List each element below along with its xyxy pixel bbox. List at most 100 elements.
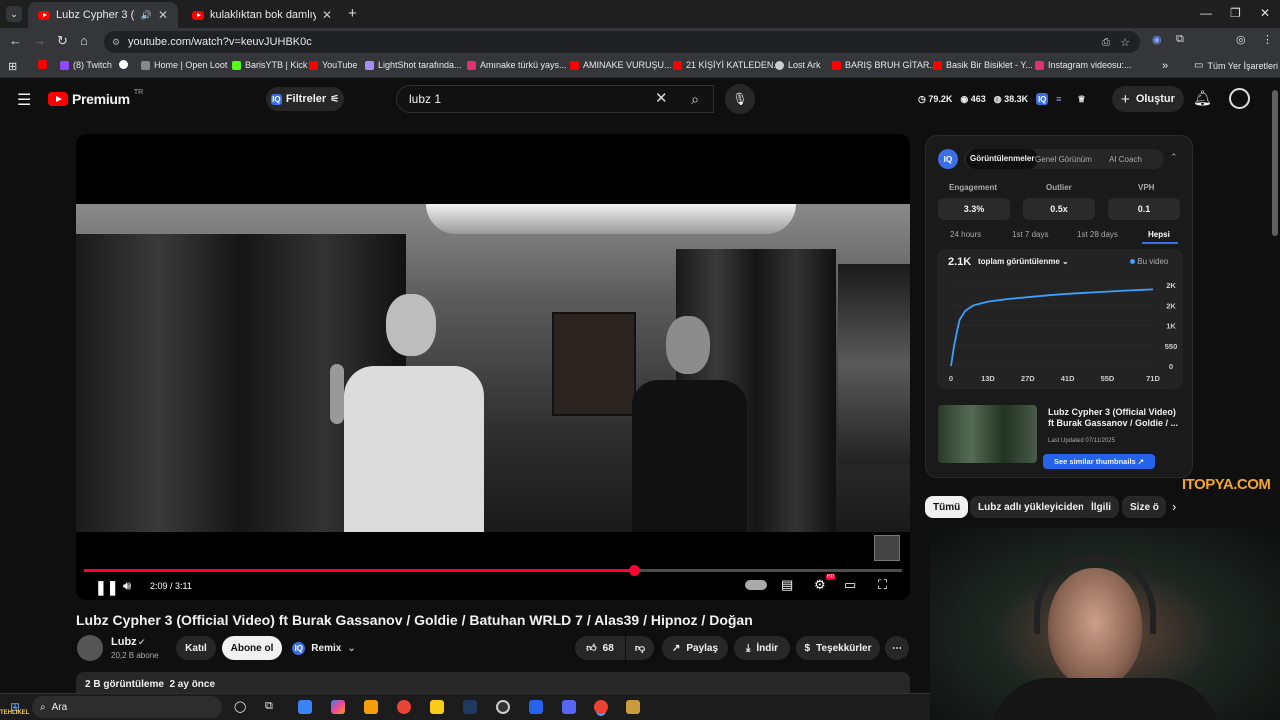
vidiq-icon[interactable]: IQ: [1036, 93, 1049, 105]
clear-search-icon[interactable]: ✕: [655, 89, 668, 107]
chips-next-icon[interactable]: ›: [1172, 499, 1176, 514]
reload-icon[interactable]: ↻: [57, 33, 68, 49]
install-icon[interactable]: ⎙: [1102, 37, 1110, 48]
extensions-puzzle-icon[interactable]: ⧉: [1176, 33, 1184, 46]
widgets-icon[interactable]: ⧉: [265, 700, 273, 713]
file-explorer-icon[interactable]: [430, 700, 444, 714]
trophy-icon[interactable]: ♕: [1077, 94, 1085, 105]
progress-bar[interactable]: [84, 565, 902, 576]
video-player[interactable]: ❚❚ 🔊︎ 2:09 / 3:11 ▤ ⚙ HD ▭ ⛶: [76, 134, 910, 600]
search-button[interactable]: ⌕: [676, 85, 714, 113]
bookmark-star-icon[interactable]: ☆: [1120, 36, 1130, 49]
bookmark-instagram-2[interactable]: Instagram videosu:...: [1035, 60, 1132, 70]
like-button[interactable]: 👍︎ 68: [575, 636, 625, 660]
related-title[interactable]: Lubz Cypher 3 (Official Video) ft Burak …: [1048, 407, 1184, 429]
related-thumbnail[interactable]: [938, 405, 1037, 463]
create-button[interactable]: + Oluştur: [1112, 86, 1184, 112]
discord-icon[interactable]: [562, 700, 576, 714]
channel-avatar[interactable]: [77, 635, 103, 661]
autoplay-toggle[interactable]: [745, 580, 767, 590]
bookmark-instagram-1[interactable]: Amınake türkü yays...: [467, 60, 567, 70]
chip-all[interactable]: Tümü: [925, 496, 969, 518]
forward-icon[interactable]: →: [33, 33, 46, 48]
bookmark-baris-bruh[interactable]: BARIŞ BRUH GİTAR...: [832, 60, 937, 70]
channel-name[interactable]: Lubz: [111, 636, 137, 648]
hamburger-menu-icon[interactable]: ☰: [17, 90, 31, 110]
bookmark-aminake[interactable]: AMINAKE VURUŞU...: [570, 60, 672, 70]
steam-icon[interactable]: [463, 700, 477, 714]
minimize-icon[interactable]: —: [1200, 6, 1212, 20]
pause-icon[interactable]: ❚❚: [95, 579, 118, 596]
see-similar-button[interactable]: See similar thumbnails ↗: [1043, 454, 1155, 469]
menu-dots-icon[interactable]: ⋮: [1262, 33, 1273, 46]
chrome-icon[interactable]: [397, 700, 411, 714]
bookmark-kick[interactable]: BarisYTB | Kick: [232, 60, 307, 70]
download-button[interactable]: ⤓ İndir: [734, 636, 790, 660]
filters-button[interactable]: IQ Filtreler ⚟: [266, 87, 344, 111]
back-icon[interactable]: ←: [9, 33, 22, 48]
more-actions-button[interactable]: ⋯: [885, 636, 909, 660]
taskbar-search[interactable]: ⌕ Ara: [32, 696, 222, 718]
close-window-icon[interactable]: ✕: [1260, 6, 1270, 20]
avatar[interactable]: [1229, 88, 1250, 109]
bookmark-lightshot[interactable]: LightShot tarafında...: [365, 60, 462, 70]
chip-for-you[interactable]: Size ö: [1122, 496, 1166, 518]
url-bar[interactable]: ⚙ youtube.com/watch?v=keuvJUHBK0c ⎙ ☆: [104, 31, 1140, 53]
scrubber-handle[interactable]: [629, 565, 640, 576]
bookmark-lost-ark[interactable]: Lost Ark: [775, 60, 821, 70]
chip-related[interactable]: İlgili: [1083, 496, 1119, 518]
bookmark-youtube[interactable]: YouTube: [309, 60, 357, 70]
range-7d[interactable]: 1st 7 days: [1012, 230, 1048, 239]
close-tab-icon[interactable]: ✕: [322, 8, 332, 22]
share-button[interactable]: ↗ Paylaş: [662, 636, 728, 660]
bookmark-youtube-red[interactable]: [38, 60, 47, 69]
task-view-icon[interactable]: ◯: [234, 700, 246, 713]
youtube-premium-logo[interactable]: Premium TR: [48, 89, 143, 107]
settings-gear-icon[interactable]: ⚙: [814, 577, 826, 593]
range-24h[interactable]: 24 hours: [950, 230, 981, 239]
weather-widget[interactable]: TEHLİKEL: [0, 710, 29, 716]
bookmark-google[interactable]: [119, 60, 128, 69]
remix-button[interactable]: IQ Remix ⌄: [289, 636, 359, 660]
bookmark-open-loot[interactable]: Home | Open Loot: [141, 60, 227, 70]
store-icon[interactable]: [364, 700, 378, 714]
collapse-chevron-icon[interactable]: ⌃: [1170, 152, 1178, 163]
join-button[interactable]: Katıl: [176, 636, 216, 660]
theater-mode-icon[interactable]: ▭: [844, 577, 856, 593]
chrome-active-icon[interactable]: [594, 700, 608, 714]
tab-lubz-cypher[interactable]: Lubz Cypher 3 (Official Vide 🔊 ✕: [28, 2, 178, 28]
copilot-icon[interactable]: [331, 700, 345, 714]
bookmark-basik-bisiklet[interactable]: Basik Bir Bisiklet - Y...: [933, 60, 1033, 70]
subtitles-icon[interactable]: ▤: [781, 577, 793, 593]
profile-icon[interactable]: ◎: [1236, 33, 1246, 46]
extension-icon[interactable]: ◉: [1152, 33, 1162, 46]
page-scrollbar[interactable]: [1272, 90, 1278, 236]
channel-watermark[interactable]: [874, 535, 900, 561]
bookmark-21-kisiyi[interactable]: 21 KİŞİYİ KATLEDEN...: [673, 60, 781, 70]
tab-kulakliktan[interactable]: kulaklıktan bok damlıyor - YouT ✕: [182, 2, 342, 28]
close-tab-icon[interactable]: ✕: [158, 8, 168, 22]
range-all[interactable]: Hepsi: [1148, 230, 1170, 239]
apps-grid-icon[interactable]: ⊞: [8, 60, 17, 73]
tab-search-icon[interactable]: ⌄: [6, 6, 22, 22]
voice-search-button[interactable]: 🎙: [725, 84, 755, 114]
dislike-button[interactable]: 👎︎: [626, 636, 654, 660]
tab-ai-coach[interactable]: AI Coach: [1109, 155, 1142, 164]
fullscreen-icon[interactable]: ⛶: [878, 577, 887, 593]
new-tab-button[interactable]: +: [348, 5, 357, 22]
list-icon[interactable]: ≡: [1056, 94, 1061, 104]
thanks-button[interactable]: $ Teşekkürler: [796, 636, 880, 660]
site-info-icon[interactable]: ⚙: [112, 37, 120, 48]
restore-icon[interactable]: ❐: [1230, 6, 1241, 20]
bookmark-twitch[interactable]: (8) Twitch: [60, 60, 112, 70]
obs-icon[interactable]: [496, 700, 510, 714]
app-icon-1[interactable]: [298, 700, 312, 714]
home-icon[interactable]: ⌂: [80, 33, 88, 48]
chip-from-uploader[interactable]: Lubz adlı yükleyiciden: [970, 496, 1093, 518]
app-icon-8[interactable]: [529, 700, 543, 714]
all-bookmarks[interactable]: ▭ Tüm Yer İşaretleri: [1194, 60, 1278, 71]
tab-overview[interactable]: Genel Görünüm: [1035, 155, 1092, 164]
volume-icon[interactable]: 🔊︎: [123, 578, 131, 594]
vidiq-stats[interactable]: ◷ 79.2K ◉ 463 ◍ 38.3K IQ ≡ ♕: [918, 93, 1086, 105]
subscribe-button[interactable]: Abone ol: [222, 636, 282, 660]
